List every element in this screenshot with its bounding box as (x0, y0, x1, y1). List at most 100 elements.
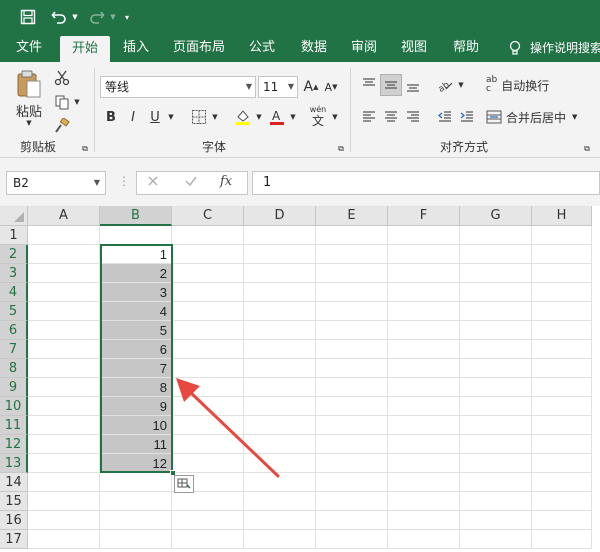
cell-b9[interactable]: 8 (100, 378, 172, 397)
merge-center-button[interactable]: 合并后居中 ▼ (486, 106, 600, 128)
cell-d1[interactable] (244, 226, 316, 245)
paste-dropdown-icon[interactable]: ▼ (22, 118, 36, 128)
cell-b13[interactable]: 12 (100, 454, 172, 473)
cell-e12[interactable] (316, 435, 388, 454)
cell-a12[interactable] (28, 435, 100, 454)
redo-icon[interactable] (86, 6, 108, 28)
cell-h8[interactable] (532, 359, 592, 378)
clipboard-launcher-icon[interactable]: ⧉ (80, 144, 90, 154)
cell-e1[interactable] (316, 226, 388, 245)
cell-h6[interactable] (532, 321, 592, 340)
cell-a11[interactable] (28, 416, 100, 435)
cell-c5[interactable] (172, 302, 244, 321)
formula-input[interactable]: 1 (252, 171, 600, 195)
cell-c1[interactable] (172, 226, 244, 245)
tab-data[interactable]: 数据 (292, 34, 336, 62)
cell-b8[interactable]: 7 (100, 359, 172, 378)
grow-font-button[interactable]: A ▲ (302, 76, 320, 98)
undo-dropdown-icon[interactable]: ▼ (70, 6, 80, 28)
bold-button[interactable]: B (102, 106, 120, 128)
cell-b6[interactable]: 5 (100, 321, 172, 340)
cell-d2[interactable] (244, 245, 316, 264)
borders-dropdown-icon[interactable]: ▼ (210, 106, 220, 128)
cell-g17[interactable] (460, 530, 532, 549)
cell-e15[interactable] (316, 492, 388, 511)
tab-home[interactable]: 开始 (60, 36, 110, 62)
row-header-4[interactable]: 4 (0, 283, 28, 302)
phonetic-guide-button[interactable]: wén 文 (306, 102, 330, 130)
tab-review[interactable]: 审阅 (342, 34, 386, 62)
row-header-3[interactable]: 3 (0, 264, 28, 283)
cell-f6[interactable] (388, 321, 460, 340)
cell-c2[interactable] (172, 245, 244, 264)
cell-b7[interactable]: 6 (100, 340, 172, 359)
enter-icon[interactable] (184, 174, 202, 192)
cell-g16[interactable] (460, 511, 532, 530)
cell-e4[interactable] (316, 283, 388, 302)
cell-c16[interactable] (172, 511, 244, 530)
cell-e3[interactable] (316, 264, 388, 283)
cell-f4[interactable] (388, 283, 460, 302)
fill-color-dropdown-icon[interactable]: ▼ (254, 106, 264, 128)
cell-h12[interactable] (532, 435, 592, 454)
cell-g7[interactable] (460, 340, 532, 359)
align-right-icon[interactable] (402, 106, 424, 128)
cell-g6[interactable] (460, 321, 532, 340)
row-header-17[interactable]: 17 (0, 530, 28, 549)
cell-h13[interactable] (532, 454, 592, 473)
wrap-text-button[interactable]: ab c 自动换行 (486, 74, 590, 96)
font-launcher-icon[interactable]: ⧉ (336, 144, 346, 154)
cell-h7[interactable] (532, 340, 592, 359)
format-painter-icon[interactable] (52, 116, 72, 136)
align-center-icon[interactable] (380, 106, 402, 128)
cell-g13[interactable] (460, 454, 532, 473)
cell-f11[interactable] (388, 416, 460, 435)
cell-a7[interactable] (28, 340, 100, 359)
cell-f5[interactable] (388, 302, 460, 321)
row-header-5[interactable]: 5 (0, 302, 28, 321)
cell-a14[interactable] (28, 473, 100, 492)
cancel-icon[interactable] (146, 174, 164, 192)
cell-f17[interactable] (388, 530, 460, 549)
cell-g10[interactable] (460, 397, 532, 416)
orientation-dropdown-icon[interactable]: ▼ (456, 74, 466, 96)
cell-a13[interactable] (28, 454, 100, 473)
cell-c17[interactable] (172, 530, 244, 549)
cell-e13[interactable] (316, 454, 388, 473)
cell-c15[interactable] (172, 492, 244, 511)
row-header-1[interactable]: 1 (0, 226, 28, 245)
cell-a4[interactable] (28, 283, 100, 302)
cell-d4[interactable] (244, 283, 316, 302)
cell-a8[interactable] (28, 359, 100, 378)
redo-dropdown-icon[interactable]: ▼ (108, 6, 118, 28)
cell-b15[interactable] (100, 492, 172, 511)
column-header-a[interactable]: A (28, 206, 100, 226)
cell-e6[interactable] (316, 321, 388, 340)
cell-e16[interactable] (316, 511, 388, 530)
cell-f8[interactable] (388, 359, 460, 378)
name-box[interactable]: B2 ▼ (6, 171, 106, 195)
cell-h9[interactable] (532, 378, 592, 397)
row-header-8[interactable]: 8 (0, 359, 28, 378)
align-middle-icon[interactable] (380, 74, 402, 96)
shrink-font-button[interactable]: A ▼ (322, 76, 340, 98)
tab-file[interactable]: 文件 (6, 34, 52, 62)
row-header-7[interactable]: 7 (0, 340, 28, 359)
cell-h17[interactable] (532, 530, 592, 549)
column-header-c[interactable]: C (172, 206, 244, 226)
italic-button[interactable]: I (124, 106, 142, 128)
font-size-combo[interactable]: 11 ▼ (258, 76, 298, 98)
cell-h5[interactable] (532, 302, 592, 321)
cell-h16[interactable] (532, 511, 592, 530)
column-header-e[interactable]: E (316, 206, 388, 226)
cell-b14[interactable] (100, 473, 172, 492)
cell-f12[interactable] (388, 435, 460, 454)
cell-b4[interactable]: 3 (100, 283, 172, 302)
cell-a16[interactable] (28, 511, 100, 530)
tab-view[interactable]: 视图 (392, 34, 436, 62)
cell-d17[interactable] (244, 530, 316, 549)
cell-a9[interactable] (28, 378, 100, 397)
row-header-9[interactable]: 9 (0, 378, 28, 397)
cell-g1[interactable] (460, 226, 532, 245)
row-header-15[interactable]: 15 (0, 492, 28, 511)
